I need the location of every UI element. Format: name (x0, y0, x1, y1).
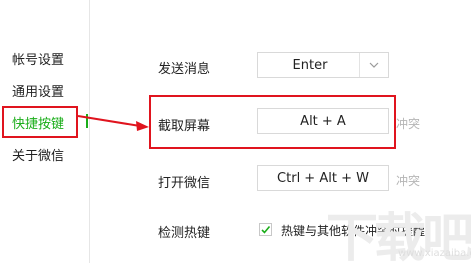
watermark-logo: 下载吧 (326, 209, 471, 269)
watermark-url: www.xiazaiba.com (398, 248, 471, 259)
